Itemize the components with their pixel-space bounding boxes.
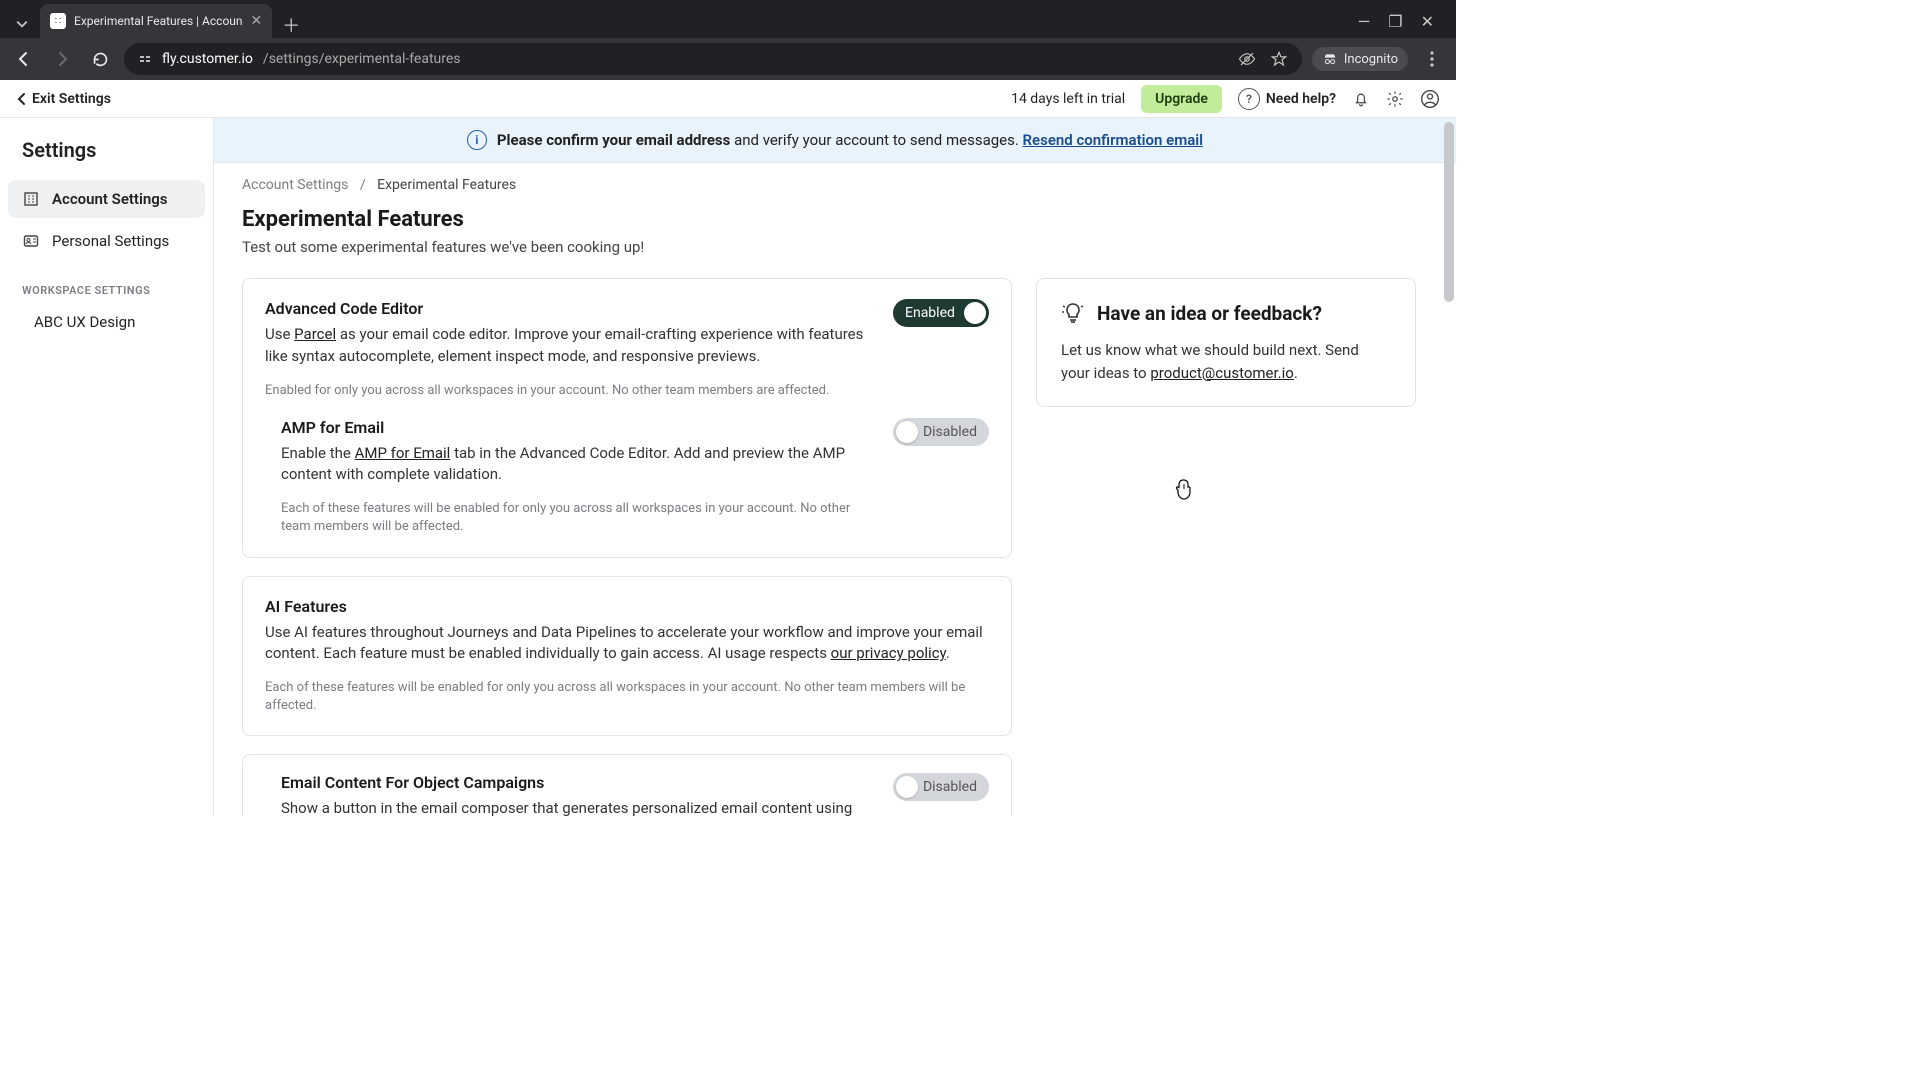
browser-tab[interactable]: ∷ Experimental Features | Accoun ✕ <box>40 4 272 38</box>
window-controls: — ❐ ✕ <box>1358 4 1448 38</box>
kebab-menu-icon[interactable] <box>1418 45 1446 73</box>
breadcrumb-current: Experimental Features <box>377 177 516 193</box>
maximize-icon[interactable]: ❐ <box>1388 12 1402 31</box>
id-card-icon <box>22 232 40 250</box>
toggle-knob <box>964 302 986 324</box>
page-subtitle: Test out some experimental features we'v… <box>242 238 1428 256</box>
feedback-card: Have an idea or feedback? Let us know wh… <box>1036 278 1416 407</box>
toggle-knob <box>896 421 918 443</box>
toggle-knob <box>896 776 918 798</box>
feature-description: Show a button in the email composer that… <box>281 798 873 816</box>
back-button[interactable] <box>10 45 38 73</box>
browser-chrome: ∷ Experimental Features | Accoun ✕ ＋ — ❐… <box>0 0 1456 80</box>
chevron-left-icon <box>16 92 26 106</box>
toggle-amp-email[interactable]: Disabled <box>893 418 989 446</box>
eye-off-icon[interactable] <box>1238 50 1256 68</box>
address-bar: fly.customer.io/settings/experimental-fe… <box>0 38 1456 80</box>
feature-title: AMP for Email <box>281 418 873 437</box>
upgrade-button[interactable]: Upgrade <box>1141 85 1222 113</box>
feature-description: Enable the AMP for Email tab in the Adva… <box>281 443 873 487</box>
toggle-label: Disabled <box>923 779 977 795</box>
exit-settings-button[interactable]: Exit Settings <box>16 91 111 107</box>
toggle-email-object[interactable]: Disabled <box>893 773 989 801</box>
sidebar-item-workspace[interactable]: ABC UX Design <box>8 305 205 339</box>
feature-note: Each of these features will be enabled f… <box>265 679 989 715</box>
feature-title: Advanced Code Editor <box>265 299 873 318</box>
feature-note: Enabled for only you across all workspac… <box>265 382 873 400</box>
bookmark-star-icon[interactable] <box>1270 50 1288 68</box>
main-content: i Please confirm your email address and … <box>214 118 1456 816</box>
breadcrumb-sep: / <box>360 177 366 193</box>
incognito-label: Incognito <box>1344 52 1398 67</box>
close-window-icon[interactable]: ✕ <box>1421 12 1434 31</box>
tab-close-icon[interactable]: ✕ <box>251 13 263 29</box>
banner-bold: Please confirm your email address <box>497 131 730 149</box>
sidebar-item-label: Account Settings <box>52 190 168 208</box>
feature-card-ai: AI Features Use AI features throughout J… <box>242 576 1012 737</box>
url-path: /settings/experimental-features <box>263 51 461 67</box>
breadcrumb: Account Settings / Experimental Features <box>214 163 1456 193</box>
trial-text: 14 days left in trial <box>1011 91 1125 107</box>
info-icon: i <box>467 130 487 150</box>
reload-button[interactable] <box>86 45 114 73</box>
resend-confirmation-link[interactable]: Resend confirmation email <box>1023 131 1204 149</box>
sidebar-item-personal-settings[interactable]: Personal Settings <box>8 222 205 260</box>
help-icon: ? <box>1238 88 1260 110</box>
url-host: fly.customer.io <box>162 51 253 67</box>
feedback-email-link[interactable]: product@customer.io <box>1150 364 1294 382</box>
scrollbar-track[interactable] <box>1442 118 1456 816</box>
app-topbar: Exit Settings 14 days left in trial Upgr… <box>0 80 1456 118</box>
building-icon <box>22 190 40 208</box>
page-title: Experimental Features <box>242 207 1428 232</box>
need-help-label: Need help? <box>1266 91 1336 107</box>
confirm-email-banner: i Please confirm your email address and … <box>214 118 1456 163</box>
need-help-button[interactable]: ? Need help? <box>1238 88 1336 110</box>
banner-text: Please confirm your email address and ve… <box>497 131 1203 149</box>
amp-for-email-link[interactable]: AMP for Email <box>355 444 451 462</box>
avatar-icon[interactable] <box>1420 89 1440 109</box>
new-tab-button[interactable]: ＋ <box>272 12 310 38</box>
feedback-body: Let us know what we should build next. S… <box>1061 339 1391 384</box>
privacy-policy-link[interactable]: our privacy policy <box>831 644 946 662</box>
parcel-link[interactable]: Parcel <box>294 325 336 343</box>
incognito-chip[interactable]: Incognito <box>1312 47 1408 71</box>
sidebar-title: Settings <box>8 134 205 180</box>
workspace-heading: WORKSPACE SETTINGS <box>8 264 205 305</box>
lightbulb-icon <box>1061 301 1085 325</box>
tab-favicon-icon: ∷ <box>50 13 66 29</box>
site-info-icon[interactable] <box>138 52 152 66</box>
scrollbar-thumb[interactable] <box>1444 122 1454 302</box>
feature-card-advanced-editor: Advanced Code Editor Use Parcel as your … <box>242 278 1012 558</box>
toggle-label: Disabled <box>923 424 977 440</box>
minimize-icon[interactable]: — <box>1358 12 1371 31</box>
url-field[interactable]: fly.customer.io/settings/experimental-fe… <box>124 43 1302 75</box>
bell-icon[interactable] <box>1352 90 1370 108</box>
feature-title: Email Content For Object Campaigns <box>281 773 873 792</box>
feature-card-email-object: Email Content For Object Campaigns Show … <box>242 754 1012 816</box>
incognito-icon <box>1322 51 1338 67</box>
toggle-label: Enabled <box>905 305 955 321</box>
gear-icon[interactable] <box>1386 90 1404 108</box>
feedback-title: Have an idea or feedback? <box>1097 302 1322 325</box>
breadcrumb-root[interactable]: Account Settings <box>242 177 348 193</box>
tab-title: Experimental Features | Accoun <box>74 14 243 28</box>
banner-rest: and verify your account to send messages… <box>730 131 1022 149</box>
toggle-advanced-editor[interactable]: Enabled <box>893 299 989 327</box>
feature-description: Use AI features throughout Journeys and … <box>265 622 989 666</box>
sidebar-item-account-settings[interactable]: Account Settings <box>8 180 205 218</box>
exit-settings-label: Exit Settings <box>32 91 111 107</box>
feature-title: AI Features <box>265 597 989 616</box>
settings-sidebar: Settings Account Settings Personal Setti… <box>0 118 214 816</box>
feature-note: Each of these features will be enabled f… <box>281 500 873 536</box>
forward-button[interactable] <box>48 45 76 73</box>
tab-search-button[interactable] <box>8 10 36 38</box>
sidebar-item-label: Personal Settings <box>52 232 169 250</box>
tab-strip: ∷ Experimental Features | Accoun ✕ ＋ — ❐… <box>0 0 1456 38</box>
feature-description: Use Parcel as your email code editor. Im… <box>265 324 873 368</box>
